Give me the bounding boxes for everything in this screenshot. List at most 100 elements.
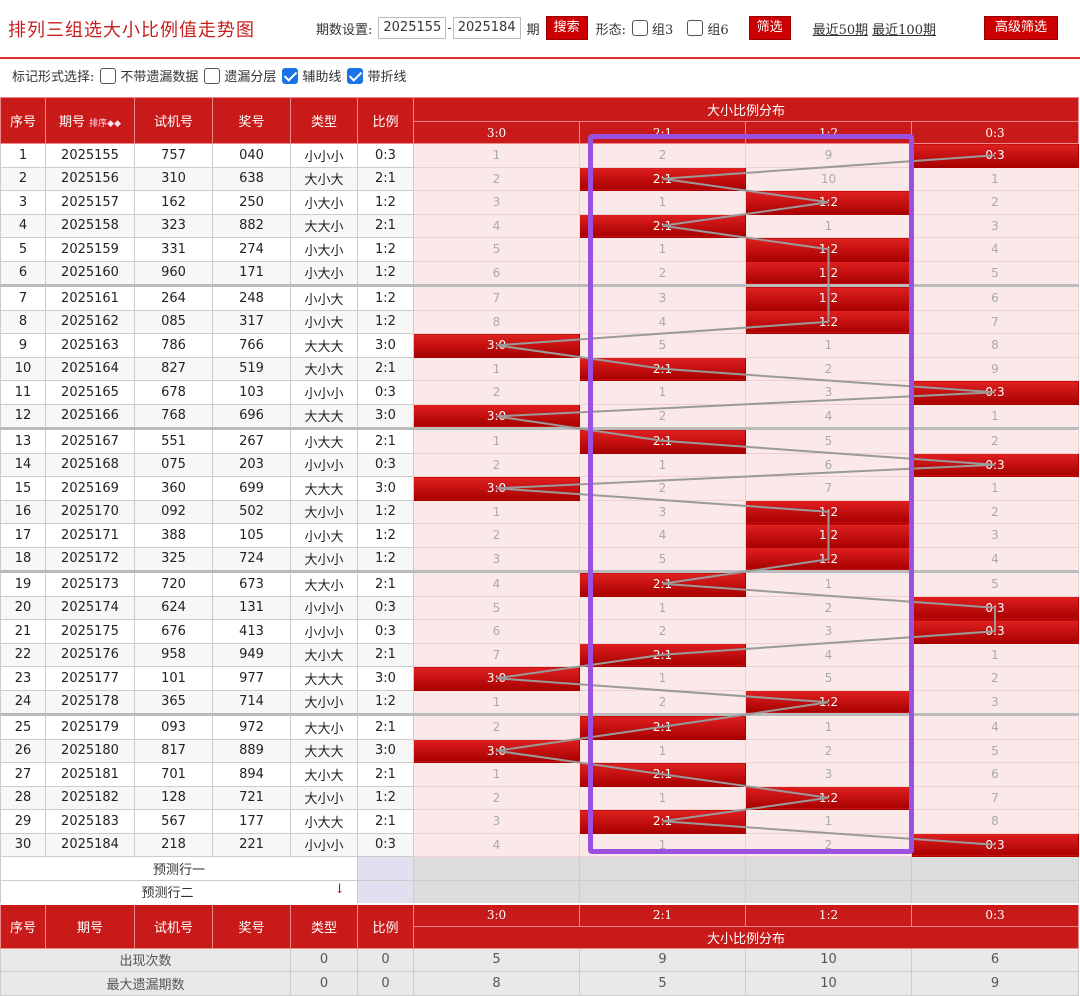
cell-type: 大大小 (290, 713, 358, 740)
predict-row-2-cell[interactable] (413, 879, 580, 905)
polyline-checkbox[interactable] (347, 67, 364, 84)
predict-row-2[interactable]: 预测行二 ↓ (0, 879, 358, 905)
dist-miss-cell: 6 (911, 762, 1079, 787)
table-row: 5 2025159 331 274 小大小 1:2 5 1 1:2 4 (0, 237, 1079, 262)
cell-type: 大大大 (290, 333, 358, 358)
cell-seq: 8 (0, 309, 46, 334)
cell-ratio: 3:0 (357, 403, 414, 429)
dist-hit-cell: 1:2 (745, 237, 912, 262)
cell-period: 2025163 (45, 333, 135, 358)
cell-seq: 4 (0, 213, 46, 238)
cell-draw: 103 (212, 380, 291, 405)
cell-seq: 28 (0, 785, 46, 810)
sort-icon[interactable]: 排序◆◆ (89, 119, 121, 129)
dist-miss-cell: 3 (413, 190, 580, 215)
predict-row-1-cell[interactable] (413, 856, 580, 881)
col-period[interactable]: 期号 排序◆◆ (45, 97, 135, 144)
table-row: 22 2025176 958 949 大小大 2:1 7 2:1 4 1 (0, 642, 1079, 667)
table-row: 11 2025165 678 103 小小小 0:3 2 1 3 0:3 (0, 380, 1079, 405)
period-from-input[interactable]: 2025155 (378, 17, 447, 39)
predict-row-2-cell[interactable] (745, 879, 912, 905)
stat-value: 9 (579, 947, 746, 972)
cell-test: 757 (134, 143, 213, 168)
dist-miss-cell: 3 (911, 689, 1079, 715)
dist-miss-cell: 8 (911, 333, 1079, 358)
dist-miss-cell: 1 (745, 570, 912, 597)
col-type: 类型 (290, 97, 358, 144)
dist-miss-cell: 6 (413, 619, 580, 644)
cell-test: 817 (134, 738, 213, 763)
table-row: 14 2025168 075 203 小小小 0:3 2 1 6 0:3 (0, 452, 1079, 477)
dist-miss-cell: 1 (745, 213, 912, 238)
cell-type: 小小大 (290, 284, 358, 311)
predict-row-1-cell[interactable] (579, 856, 746, 881)
dist-miss-cell: 5 (911, 738, 1079, 763)
filter-button[interactable]: 筛选 (748, 16, 791, 40)
trend-table: 序号 期号 排序◆◆ 试机号 奖号 类型 比例 大小比例分布 3:0 2:1 1… (0, 97, 1079, 996)
table-row: 13 2025167 551 267 小大大 2:1 1 2:1 5 2 (0, 427, 1079, 454)
table-row: 4 2025158 323 882 大大小 2:1 4 2:1 1 3 (0, 213, 1079, 238)
cell-draw: 171 (212, 260, 291, 286)
group3-checkbox[interactable] (632, 20, 649, 36)
cell-draw: 248 (212, 284, 291, 311)
cell-seq: 16 (0, 499, 46, 524)
dist-miss-cell: 5 (413, 595, 580, 620)
cell-seq: 6 (0, 260, 46, 286)
dist-miss-cell: 5 (579, 546, 746, 572)
cell-draw: 766 (212, 333, 291, 358)
table-row: 16 2025170 092 502 大小小 1:2 1 3 1:2 2 (0, 499, 1079, 524)
cell-seq: 24 (0, 689, 46, 715)
cell-draw: 721 (212, 785, 291, 810)
dist-miss-cell: 1 (413, 356, 580, 381)
cell-period: 2025184 (45, 832, 135, 857)
cell-type: 大大小 (290, 213, 358, 238)
dist-miss-cell: 4 (413, 213, 580, 238)
cell-period: 2025175 (45, 619, 135, 644)
predict-row-2-ratio[interactable] (357, 879, 414, 905)
dist-miss-cell: 1 (579, 666, 746, 691)
cell-type: 大小小 (290, 689, 358, 715)
recent-100-link[interactable]: 最近100期 (872, 19, 936, 38)
table-row: 19 2025173 720 673 大大小 2:1 4 2:1 1 5 (0, 570, 1079, 597)
group6-checkbox[interactable] (687, 20, 704, 36)
search-button[interactable]: 搜索 (545, 16, 588, 40)
arrow-down-icon[interactable]: ↓ (334, 882, 345, 897)
dist-hit-cell: 1:2 (745, 260, 912, 286)
dist-miss-cell: 7 (911, 785, 1079, 810)
cell-ratio: 1:2 (357, 689, 414, 715)
recent-50-link[interactable]: 最近50期 (813, 19, 869, 38)
dist-miss-cell: 2 (911, 427, 1079, 454)
predict-row-1[interactable]: 预测行一 (0, 856, 358, 881)
predict-row-2-label: 预测行二 (141, 886, 194, 902)
cell-test: 310 (134, 166, 213, 191)
cell-seq: 2 (0, 166, 46, 191)
dist-hit-cell: 1:2 (745, 689, 912, 715)
predict-row-2-cell[interactable] (911, 879, 1079, 905)
period-unit: 期 (526, 22, 540, 38)
predict-row-1-cell[interactable] (911, 856, 1079, 881)
cell-ratio: 1:2 (357, 260, 414, 286)
cell-ratio: 1:2 (357, 237, 414, 262)
col-dist-21: 2:1 (579, 121, 746, 144)
missing-layer-checkbox[interactable] (204, 67, 221, 84)
dist-miss-cell: 2 (911, 190, 1079, 215)
cell-test: 551 (134, 427, 213, 454)
cell-draw: 714 (212, 689, 291, 715)
cell-test: 128 (134, 785, 213, 810)
predict-row-1-cell[interactable] (745, 856, 912, 881)
period-to-input[interactable]: 2025184 (452, 17, 521, 39)
helper-line-checkbox[interactable] (282, 67, 299, 84)
footer-col-draw: 奖号 (212, 903, 291, 949)
no-missing-data-checkbox[interactable] (100, 67, 117, 84)
cell-type: 大大大 (290, 666, 358, 691)
predict-row-2-cell[interactable] (579, 879, 746, 905)
cell-ratio: 2:1 (357, 762, 414, 787)
stat-type: 0 (290, 971, 358, 996)
dist-miss-cell: 3 (745, 762, 912, 787)
advanced-filter-button[interactable]: 高级筛选 (983, 16, 1058, 40)
dist-miss-cell: 4 (911, 713, 1079, 740)
predict-row-1-ratio[interactable] (357, 856, 414, 881)
cell-test: 567 (134, 809, 213, 834)
cell-test: 701 (134, 762, 213, 787)
cell-seq: 7 (0, 284, 46, 311)
